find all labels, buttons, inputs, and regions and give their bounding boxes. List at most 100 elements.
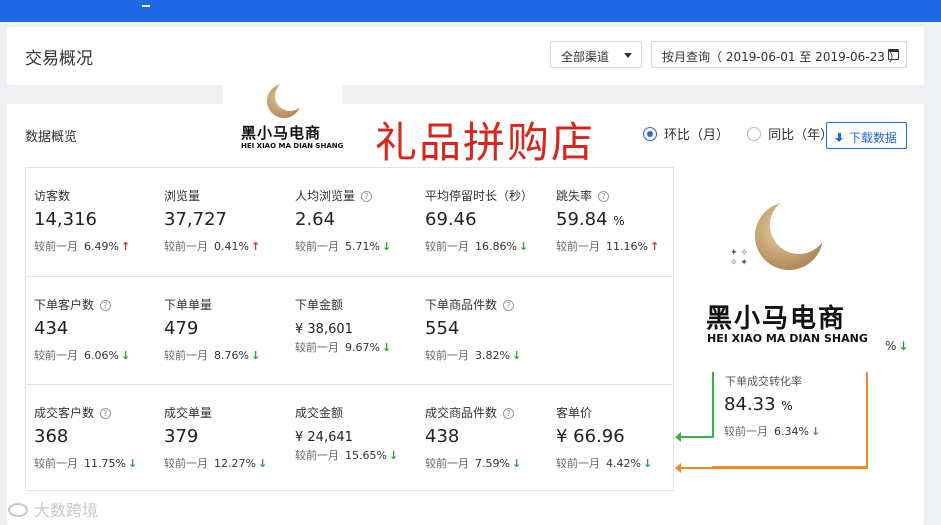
- metric-value: 37,727: [164, 209, 227, 230]
- brand-name-cn: 黑小马电商: [706, 304, 847, 334]
- brand-logo-large: ✦ ✧ ✧ ✦ 黑小马电商 HEI XIAO MA DIAN SHANG: [700, 190, 870, 350]
- metric-cell: 成交客户数? 368 较前一月 11.75% ↓: [26, 385, 156, 492]
- metric-value: 59.84 %: [556, 209, 625, 230]
- arrow-down-icon: ↓: [810, 425, 821, 438]
- metric-cell: 浏览量 37,727 较前一月 0.41% ↑: [156, 168, 286, 275]
- green-flow-arrow: [675, 432, 714, 442]
- metric-compare: 较前一月 15.65% ↓: [295, 449, 399, 462]
- metric-value: 14,316: [34, 209, 97, 230]
- metric-cell: 下单单量 479 较前一月 8.76% ↓: [156, 277, 286, 384]
- page-title: 交易概况: [25, 49, 93, 69]
- arrow-down-icon: ↓: [642, 457, 653, 470]
- brand-logo-small: 黑小马电商 HEI XIAO MA DIAN SHANG: [223, 81, 344, 164]
- metric-compare: 较前一月 7.59% ↓: [425, 457, 522, 470]
- help-icon[interactable]: ?: [361, 191, 373, 202]
- arrow-down-icon: ↓: [381, 341, 392, 354]
- watermark-logo-icon: [8, 503, 28, 517]
- metric-label: 下单客户数?: [34, 296, 112, 313]
- metric-label: 下单商品件数?: [425, 296, 515, 313]
- metric-cell: 成交单量 379 较前一月 12.27% ↓: [156, 385, 286, 492]
- download-label: 下载数据: [849, 131, 898, 145]
- channel-select[interactable]: 全部渠道: [550, 41, 642, 68]
- help-icon[interactable]: ?: [503, 300, 515, 311]
- caret-down-icon: [624, 53, 632, 58]
- watermark: 大数跨境: [8, 497, 98, 521]
- arrow-up-icon: ↑: [649, 240, 660, 253]
- metric-label: 下单单量: [164, 298, 213, 312]
- conversion-label: 下单成交转化率: [725, 375, 802, 388]
- metric-compare: 较前一月 0.41% ↑: [164, 240, 261, 253]
- top-navigation-bar: [0, 0, 941, 22]
- metric-cell: 下单金额 ¥ 38,601 较前一月 9.67% ↓: [287, 277, 417, 384]
- metric-label: 客单价: [556, 406, 593, 420]
- brand-name-cn: 黑小马电商: [241, 124, 322, 142]
- download-data-button[interactable]: 下载数据: [826, 122, 907, 149]
- metric-cell: 下单客户数? 434 较前一月 6.06% ↓: [26, 277, 156, 384]
- brand-name-en: HEI XIAO MA DIAN SHANG: [241, 142, 344, 150]
- metrics-grid: 访客数 14,316 较前一月 6.49% ↑ 浏览量 37,727 较前一月 0.41% ↑ 人均…: [25, 167, 674, 491]
- metric-value: ¥ 24,641: [295, 430, 353, 445]
- download-icon: [835, 133, 844, 143]
- metric-cell: 人均浏览量? 2.64 较前一月 5.71% ↓: [287, 168, 417, 275]
- metric-value: 368: [34, 426, 69, 447]
- metric-compare: 较前一月 5.71% ↓: [295, 240, 392, 253]
- metric-compare: 较前一月 6.06% ↓: [34, 349, 131, 362]
- help-icon[interactable]: ?: [598, 191, 610, 202]
- help-icon[interactable]: ?: [100, 408, 112, 419]
- radio-label: 同比（年）: [768, 128, 834, 143]
- metric-label: 跳失率?: [556, 187, 610, 204]
- radio-label: 环比（月）: [664, 128, 730, 143]
- radio-unchecked-icon: [747, 126, 762, 141]
- arrow-down-icon: ↓: [518, 240, 529, 253]
- metric-cell: 客单价 ¥ 66.96 较前一月 4.42% ↓: [548, 385, 678, 492]
- conversion-value: 84.33 %: [724, 394, 793, 415]
- metric-value: 554: [425, 318, 460, 339]
- metric-value: ¥ 66.96: [556, 426, 625, 447]
- arrow-down-icon: ↓: [388, 449, 399, 462]
- metric-label: 成交金额: [295, 406, 344, 420]
- metrics-row: 成交客户数? 368 较前一月 11.75% ↓ 成交单量 379 较前一月 12.27% ↓ 成交…: [26, 384, 673, 491]
- arrow-down-icon: ↓: [127, 457, 138, 470]
- arrow-down-icon: ↓: [511, 457, 522, 470]
- metric-compare: 较前一月 11.16% ↑: [556, 240, 660, 253]
- shop-name-overlay: 礼品拼购店: [375, 118, 596, 167]
- date-range-value: 按月查询（ 2019-06-01 至 2019-06-23 ）: [662, 50, 901, 64]
- metric-value: 379: [164, 426, 199, 447]
- metric-label: 下单金额: [295, 298, 344, 312]
- metric-cell: 平均停留时长（秒） 69.46 较前一月 16.86% ↓: [417, 168, 547, 275]
- metric-label: 成交客户数?: [34, 404, 112, 421]
- metric-label: 浏览量: [164, 189, 201, 203]
- conversion-compare: 较前一月 6.34% ↓: [724, 425, 821, 438]
- channel-select-value: 全部渠道: [561, 50, 610, 64]
- metric-value: 479: [164, 318, 199, 339]
- header-card: 交易概况 全部渠道 按月查询（ 2019-06-01 至 2019-06-23 …: [7, 27, 924, 85]
- metric-compare: 较前一月 16.86% ↓: [425, 240, 529, 253]
- metric-label: 访客数: [34, 189, 71, 203]
- metric-compare: 较前一月 8.76% ↓: [164, 349, 261, 362]
- brand-name-en: HEI XIAO MA DIAN SHANG: [707, 332, 868, 345]
- metric-compare: 较前一月 4.42% ↓: [556, 457, 653, 470]
- arrow-down-icon: ↓: [511, 349, 522, 362]
- radio-checked-icon: [643, 126, 657, 141]
- metric-compare: 较前一月 12.27% ↓: [164, 457, 268, 470]
- nav-indicator: [142, 5, 150, 7]
- metric-value: 2.64: [295, 209, 336, 230]
- help-icon[interactable]: ?: [100, 300, 112, 311]
- moon-logo-icon: [755, 196, 828, 270]
- radio-month-over-month[interactable]: 环比（月）: [643, 124, 729, 143]
- metric-compare: 较前一月 3.82% ↓: [425, 349, 522, 362]
- date-range-picker[interactable]: 按月查询（ 2019-06-01 至 2019-06-23 ）: [651, 41, 907, 68]
- metric-value: ¥ 38,601: [295, 322, 353, 337]
- metrics-row: 下单客户数? 434 较前一月 6.06% ↓ 下单单量 479 较前一月 8.76% ↓ 下单金额…: [26, 276, 673, 383]
- arrow-down-icon: ↓: [898, 339, 909, 353]
- help-icon[interactable]: ?: [503, 408, 515, 419]
- metric-value: 438: [425, 426, 460, 447]
- metric-cell: 成交金额 ¥ 24,641 较前一月 15.65% ↓: [287, 385, 417, 492]
- metric-cell: 下单商品件数? 554 较前一月 3.82% ↓: [417, 277, 547, 384]
- radio-year-over-year[interactable]: 同比（年）: [747, 124, 833, 143]
- stars-decoration-icon: ✦ ✧ ✧ ✦: [730, 248, 748, 268]
- arrow-down-icon: ↓: [257, 457, 268, 470]
- metrics-row: 访客数 14,316 较前一月 6.49% ↑ 浏览量 37,727 较前一月 0.41% ↑ 人均…: [26, 168, 673, 275]
- metric-cell: 访客数 14,316 较前一月 6.49% ↑: [26, 168, 156, 275]
- metric-value: 434: [34, 318, 69, 339]
